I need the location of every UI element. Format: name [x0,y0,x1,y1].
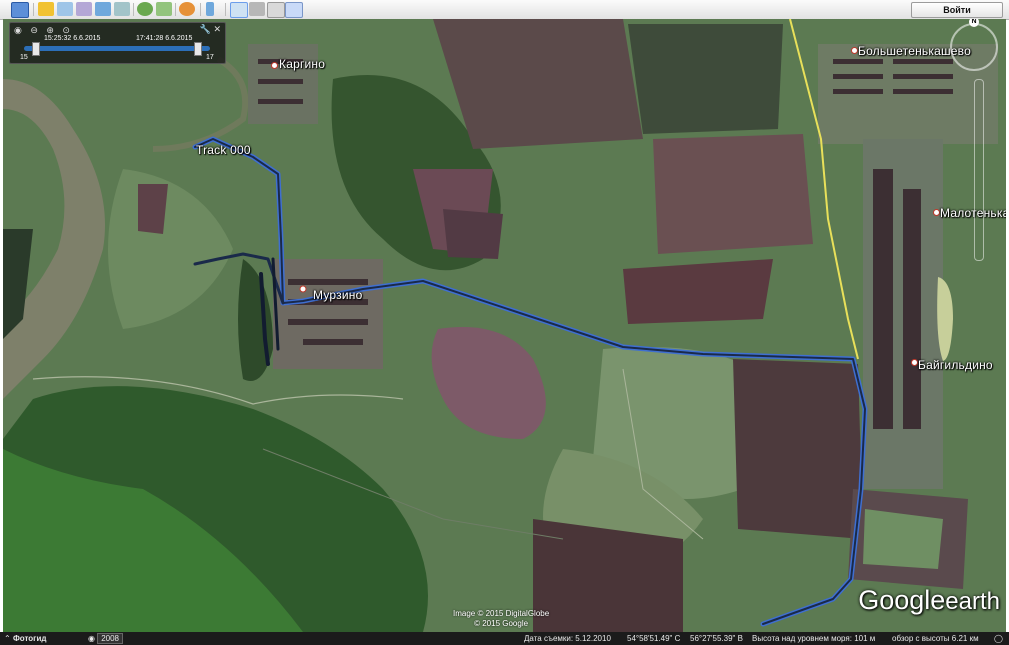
place-marker-kargino[interactable] [271,62,278,69]
historical-imagery-badge[interactable]: ◉ 2008 [88,632,123,645]
zoom-slider[interactable] [974,79,984,261]
logo-word-google: Google [858,585,946,615]
toolbar-separator [200,3,201,16]
view-in-maps-icon[interactable] [285,2,303,18]
satellite-imagery [3,19,1006,632]
save-image-icon[interactable] [267,2,285,18]
place-label-kargino[interactable]: Каргино [279,57,325,71]
place-label-murzino[interactable]: Мурзино [313,288,362,302]
streaming-status-icon: ◯ [994,634,1003,643]
signin-button[interactable]: Войти [911,2,1003,18]
tour-guide-button[interactable]: ⌃ Фотогид [4,632,46,645]
record-tour-icon[interactable] [114,2,130,16]
eye-altitude-readout: обзор с высоты 6.21 км [892,634,979,643]
email-icon[interactable] [230,2,248,18]
logo-word-earth: earth [945,588,1000,615]
place-marker-bolshetenkashevo[interactable] [851,47,858,54]
time-slider-panel: ◉ ⊖ ⊕ ⊙ 🔧 ✕ 15:25:32 6.6.2015 17:41:28 6… [9,22,226,64]
toolbar-separator [133,3,134,16]
track-label[interactable]: Track 000 [196,143,251,157]
elevation-readout: Высота над уровнем моря: 101 м [752,634,876,643]
planets-icon[interactable] [179,2,195,16]
add-placemark-icon[interactable] [38,2,54,16]
google-earth-logo: Googleearth [858,585,1000,616]
attribution-line-1: Image © 2015 DigitalGlobe [453,609,550,618]
time-settings-icon[interactable]: 🔧 ✕ [200,24,221,35]
time-start-label: 15:25:32 6.6.2015 [44,35,101,42]
north-icon[interactable]: N [969,19,979,27]
time-slider-start-handle[interactable] [32,42,40,56]
time-slider-track[interactable] [24,46,210,51]
tour-guide-label: Фотогид [12,634,47,643]
attribution-line-2: © 2015 Google [474,619,529,628]
map-viewport[interactable]: Каргино Мурзино Большетенькашево Малотен… [3,19,1006,632]
sidebar-toggle-icon[interactable] [11,2,29,18]
add-path-icon[interactable] [76,2,92,16]
ruler-icon[interactable] [206,2,214,16]
toolbar-separator [225,3,226,16]
navigation-compass[interactable]: N [950,19,998,71]
toolbar-separator [33,3,34,16]
add-image-overlay-icon[interactable] [95,2,111,16]
place-label-malotenka[interactable]: Малотенька [940,206,1006,220]
imagery-attribution: Image © 2015 DigitalGlobe © 2015 Google [453,609,549,629]
place-label-baygildino[interactable]: Байгильдино [918,358,993,372]
historical-imagery-icon[interactable] [137,2,153,16]
imagery-date: Дата съемки: 5.12.2010 [524,634,611,643]
place-marker-malotenka[interactable] [933,209,940,216]
toolbar-separator [175,3,176,16]
imagery-year: 2008 [97,633,123,644]
sun-icon[interactable] [156,2,172,16]
place-marker-baygildino[interactable] [911,359,918,366]
toolbar: Войти [0,0,1009,20]
status-bar: ⌃ Фотогид ◉ 2008 Дата съемки: 5.12.2010 … [0,632,1009,645]
time-end-label: 17:41:28 6.6.2015 [136,35,193,42]
add-polygon-icon[interactable] [57,2,73,16]
time-range-start: 15 [20,54,28,61]
time-slider-end-handle[interactable] [194,42,202,56]
time-range-end: 17 [206,54,214,61]
print-icon[interactable] [249,2,265,16]
longitude-readout: 56°27'55.39" В [690,634,743,643]
latitude-readout: 54°58'51.49" С [627,634,681,643]
